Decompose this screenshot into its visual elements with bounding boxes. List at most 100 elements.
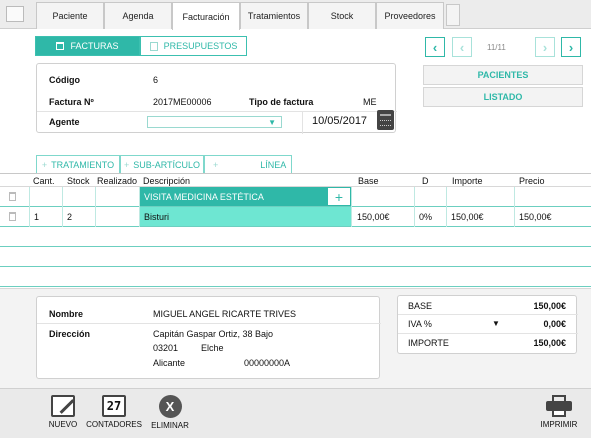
eliminar-label: ELIMINAR — [151, 421, 189, 430]
cell-importe[interactable]: 150,00€ — [446, 207, 514, 226]
agente-label: Agente — [49, 117, 80, 127]
trash-icon[interactable] — [9, 192, 16, 201]
top-tab-bar: Paciente Agenda Facturación Tratamientos… — [0, 0, 591, 30]
codigo-label: Código — [49, 75, 80, 85]
imprimir-button[interactable]: IMPRIMIR — [537, 395, 581, 429]
tab-label: Agenda — [122, 11, 154, 21]
provincia: Alicante — [153, 358, 186, 368]
cell-realizado[interactable] — [95, 207, 139, 226]
factura-label: Factura Nº — [49, 97, 94, 107]
nuevo-button[interactable]: NUEVO — [46, 395, 80, 429]
pacientes-label: PACIENTES — [477, 70, 529, 80]
col-line — [95, 187, 96, 227]
linea-tab[interactable]: + LÍNEA — [204, 155, 292, 173]
tab-stock[interactable]: Stock — [308, 2, 376, 29]
row-divider — [37, 323, 381, 324]
telefono: 00000000A — [244, 358, 291, 368]
col-line — [351, 187, 352, 227]
tab-label: Tratamientos — [247, 11, 301, 21]
iva-value: 0,00€ — [543, 319, 566, 329]
nombre-value: MIGUEL ANGEL RICARTE TRIVES — [153, 309, 297, 319]
tab-proveedores[interactable]: Proveedores — [376, 2, 444, 29]
listado-button[interactable]: LISTADO — [423, 87, 583, 107]
tab-label: Facturación — [182, 11, 230, 22]
trash-icon[interactable] — [9, 212, 16, 221]
col-cant: Cant. — [33, 176, 55, 186]
calendar-picker-icon[interactable] — [377, 110, 394, 130]
ciudad: Elche — [201, 343, 224, 353]
eliminar-button[interactable]: X ELIMINAR — [148, 395, 192, 430]
date-divider — [302, 111, 303, 134]
agente-select[interactable]: ▼ — [147, 116, 282, 128]
tab-tratamientos[interactable]: Tratamientos — [240, 2, 308, 29]
col-importe: Importe — [452, 176, 483, 186]
subarticulo-label: SUB-ARTÍCULO — [133, 159, 201, 170]
patient-panel: Nombre MIGUEL ANGEL RICARTE TRIVES Direc… — [36, 296, 381, 379]
iva-dropdown-icon[interactable]: ▼ — [492, 319, 500, 328]
tab-extra-icon[interactable] — [446, 4, 460, 26]
tab-facturacion[interactable]: Facturación — [172, 2, 240, 30]
codigo-value: 6 — [153, 75, 159, 85]
tab-label: Stock — [330, 11, 354, 21]
col-base: Base — [358, 176, 379, 186]
totals-panel: BASE 150,00€ IVA % ▼ 0,00€ IMPORTE 150,0… — [397, 295, 578, 354]
cell-cant[interactable]: 1 — [29, 207, 62, 226]
cell-base[interactable]: 150,00€ — [352, 207, 414, 226]
col-realizado: Realizado — [97, 176, 138, 186]
tratamiento-label: TRATAMIENTO — [51, 159, 115, 170]
col-d: D — [422, 176, 429, 186]
nuevo-label: NUEVO — [48, 420, 78, 429]
contadores-label: CONTADORES — [86, 420, 142, 429]
col-line — [29, 187, 30, 227]
tipo-factura-value: ME — [363, 97, 377, 107]
cell-precio[interactable]: 150,00€ — [514, 207, 591, 226]
subarticulo-tab[interactable]: + SUB-ARTÍCULO — [120, 155, 204, 173]
col-stock: Stock — [67, 176, 90, 186]
page-indicator: 11/11 — [487, 43, 506, 52]
col-line — [62, 187, 63, 227]
facturas-toggle[interactable]: FACTURAS — [35, 36, 140, 56]
grid-icon — [149, 41, 158, 51]
prev-page-button[interactable]: ‹ — [452, 37, 472, 57]
presupuestos-label: PRESUPUESTOS — [163, 41, 238, 51]
tab-label: Proveedores — [384, 11, 436, 21]
add-line-button[interactable]: + — [327, 187, 351, 206]
pacientes-button[interactable]: PACIENTES — [423, 65, 583, 85]
empty-row — [0, 247, 591, 267]
contadores-button[interactable]: 27 CONTADORES — [86, 395, 142, 429]
window-menu-icon[interactable] — [6, 6, 24, 22]
plus-icon: + — [123, 159, 130, 170]
empty-row — [0, 227, 591, 247]
tab-label: Paciente — [52, 11, 88, 21]
cell-stock[interactable]: 2 — [62, 207, 95, 226]
group-row[interactable]: VISITA MEDICINA ESTÉTICA + — [0, 187, 591, 207]
col-line — [414, 187, 415, 227]
group-description-text: VISITA MEDICINA ESTÉTICA — [144, 191, 264, 202]
importe-label: IMPORTE — [408, 338, 449, 348]
imprimir-label: IMPRIMIR — [540, 420, 578, 429]
last-page-button[interactable]: › — [561, 37, 581, 57]
listado-label: LISTADO — [483, 92, 523, 102]
presupuestos-toggle[interactable]: PRESUPUESTOS — [140, 36, 247, 56]
first-page-button[interactable]: ‹ — [425, 37, 445, 57]
col-line — [446, 187, 447, 227]
edit-icon — [51, 395, 75, 417]
linea-label: LÍNEA — [260, 159, 287, 170]
direccion-label: Dirección — [49, 329, 91, 339]
next-page-button[interactable]: › — [535, 37, 555, 57]
base-label: BASE — [408, 301, 433, 311]
tipo-factura-label: Tipo de factura — [249, 97, 314, 107]
group-description: VISITA MEDICINA ESTÉTICA + — [139, 187, 351, 206]
calendar-counter-icon: 27 — [102, 395, 126, 417]
table-row[interactable]: 1 2 Bisturi 150,00€ 0% 150,00€ 150,00€ — [0, 207, 591, 227]
facturas-label: FACTURAS — [70, 41, 119, 51]
fecha-field[interactable]: 10/05/2017 — [312, 115, 367, 127]
cell-descripcion[interactable]: Bisturi — [139, 207, 351, 226]
tratamiento-tab[interactable]: + TRATAMIENTO — [36, 155, 120, 173]
tab-paciente[interactable]: Paciente — [36, 2, 104, 29]
dropdown-arrow-icon: ▼ — [268, 118, 276, 127]
tab-agenda[interactable]: Agenda — [104, 2, 172, 29]
row-divider — [37, 111, 397, 112]
cell-d[interactable]: 0% — [414, 207, 446, 226]
row-divider — [398, 333, 578, 334]
